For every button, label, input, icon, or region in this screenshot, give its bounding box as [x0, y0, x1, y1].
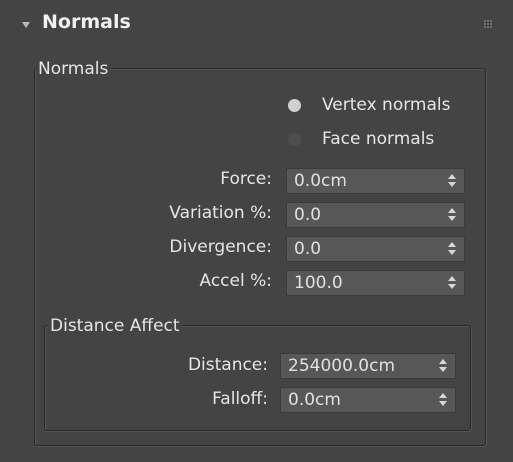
force-value[interactable]: 0.0cm — [294, 171, 347, 191]
accel-label: Accel %: — [199, 271, 273, 291]
divergence-label: Divergence: — [169, 237, 272, 257]
face-normals-label: Face normals — [322, 129, 435, 149]
falloff-label: Falloff: — [212, 389, 268, 409]
spinner-arrows-icon[interactable] — [448, 242, 456, 256]
accel-value[interactable]: 100.0 — [294, 273, 343, 293]
spinner-arrows-icon[interactable] — [448, 208, 456, 222]
accel-spinner[interactable]: 100.0 — [286, 270, 465, 296]
radio-unselected-icon — [288, 133, 301, 146]
spinner-arrows-icon[interactable] — [448, 276, 456, 290]
distance-label: Distance: — [187, 355, 268, 375]
distance-spinner[interactable]: 254000.0cm — [280, 353, 456, 379]
spinner-arrows-icon[interactable] — [439, 359, 447, 373]
vertex-normals-label: Vertex normals — [322, 95, 451, 115]
collapse-arrow-icon[interactable] — [22, 22, 30, 28]
rollout-title: Normals — [42, 11, 131, 33]
spinner-arrows-icon[interactable] — [448, 174, 456, 188]
vertex-normals-radio[interactable]: Vertex normals — [288, 95, 488, 121]
divergence-spinner[interactable]: 0.0 — [286, 236, 465, 262]
falloff-value[interactable]: 0.0cm — [288, 390, 341, 410]
drag-grip-icon[interactable] — [484, 20, 492, 28]
divergence-value[interactable]: 0.0 — [294, 239, 321, 259]
force-label: Force: — [220, 169, 272, 189]
face-normals-radio[interactable]: Face normals — [288, 129, 488, 155]
spinner-arrows-icon[interactable] — [439, 393, 447, 407]
variation-label: Variation %: — [169, 203, 272, 223]
variation-value[interactable]: 0.0 — [294, 205, 321, 225]
force-spinner[interactable]: 0.0cm — [286, 168, 465, 194]
distance-value[interactable]: 254000.0cm — [288, 356, 395, 376]
rollout-header[interactable]: Normals — [0, 0, 513, 48]
distance-affect-group-label: Distance Affect — [48, 316, 182, 336]
variation-spinner[interactable]: 0.0 — [286, 202, 465, 228]
radio-selected-icon — [288, 99, 301, 112]
normals-group-label: Normals — [36, 59, 111, 79]
falloff-spinner[interactable]: 0.0cm — [280, 387, 456, 413]
